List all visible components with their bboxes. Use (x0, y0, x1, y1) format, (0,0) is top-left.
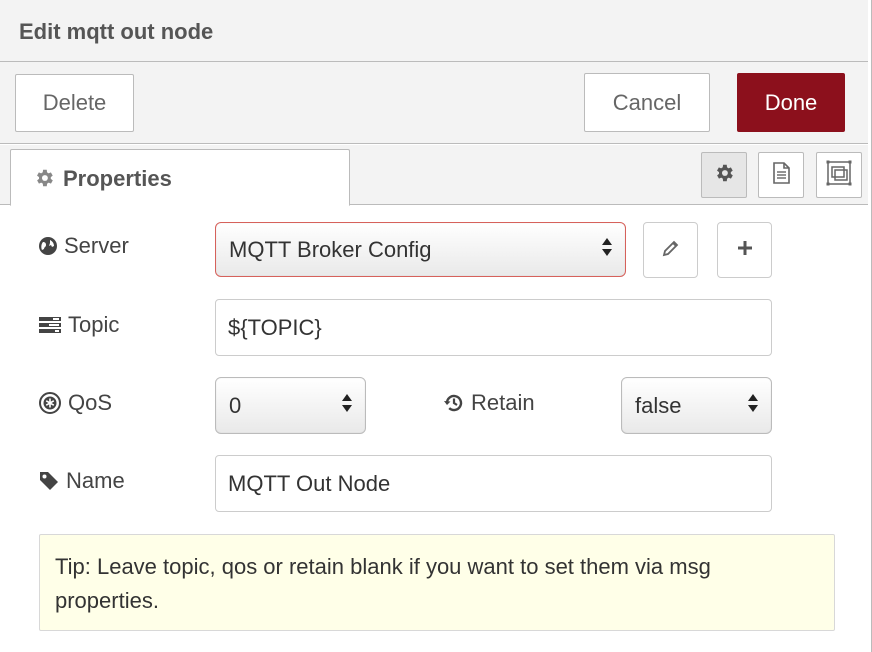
topic-input-value: ${TOPIC} (228, 314, 322, 340)
gear-icon (33, 167, 55, 189)
cancel-button[interactable]: Cancel (584, 73, 710, 132)
retain-select-value: false (635, 392, 682, 418)
select-arrows-icon (601, 236, 613, 264)
qos-label-text: QoS (68, 390, 113, 415)
qos-icon (39, 392, 61, 414)
topic-label-text: Topic (68, 312, 120, 337)
topic-label: Topic (38, 312, 119, 338)
tab-properties[interactable]: Properties (10, 149, 350, 206)
pencil-icon (661, 238, 681, 263)
tab-properties-label: Properties (63, 166, 172, 191)
settings-tab-button[interactable] (701, 152, 747, 198)
topic-input[interactable]: ${TOPIC} (215, 299, 772, 356)
appearance-icon (826, 160, 852, 191)
qos-select[interactable]: 0 (215, 377, 366, 434)
name-label: Name (38, 468, 125, 494)
appearance-tab-button[interactable] (816, 152, 862, 198)
select-arrows-icon (341, 392, 353, 420)
tip-box: Tip: Leave topic, qos or retain blank if… (39, 534, 835, 631)
gear-icon (713, 162, 735, 189)
name-input-value: MQTT Out Node (228, 470, 391, 496)
globe-icon (39, 237, 57, 255)
description-tab-button[interactable] (758, 152, 804, 198)
tag-icon (40, 472, 58, 490)
edit-dialog: Edit mqtt out node Delete Cancel Done Pr… (0, 0, 872, 652)
delete-button[interactable]: Delete (15, 74, 134, 132)
tasks-icon (39, 317, 61, 333)
retain-label: Retain (443, 390, 535, 416)
server-select-value: MQTT Broker Config (229, 236, 432, 262)
server-label: Server (38, 233, 129, 259)
select-arrows-icon (747, 392, 759, 420)
qos-select-value: 0 (229, 392, 242, 418)
tip-text: Tip: Leave topic, qos or retain blank if… (55, 554, 711, 613)
dialog-title: Edit mqtt out node (19, 19, 214, 44)
retain-select[interactable]: false (621, 377, 772, 434)
add-server-button[interactable] (717, 222, 772, 278)
edit-server-button[interactable] (643, 222, 698, 278)
done-button[interactable]: Done (737, 73, 845, 132)
server-select[interactable]: MQTT Broker Config (215, 222, 626, 277)
server-label-text: Server (64, 233, 129, 258)
history-icon (444, 394, 463, 412)
name-label-text: Name (66, 468, 125, 493)
dialog-title-bar: Edit mqtt out node (0, 0, 868, 62)
description-icon (770, 161, 792, 190)
retain-label-text: Retain (471, 390, 535, 415)
dialog-toolbar: Delete Cancel Done (0, 62, 868, 144)
name-input[interactable]: MQTT Out Node (215, 455, 772, 512)
plus-icon (736, 239, 754, 262)
qos-label: QoS (38, 390, 112, 416)
